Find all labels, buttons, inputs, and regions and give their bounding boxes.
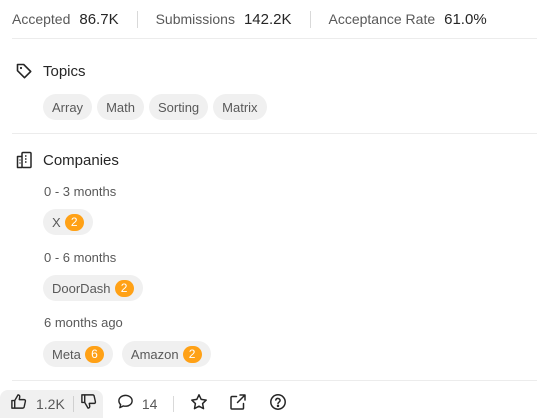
share-button[interactable] <box>229 393 247 416</box>
vote-group: 1.2K <box>0 390 103 418</box>
favorite-button[interactable] <box>190 393 208 416</box>
topic-tag-label: Matrix <box>222 99 258 115</box>
action-bar: 1.2K 14 <box>0 390 537 418</box>
stat-separator <box>309 10 311 28</box>
company-count-badge: 6 <box>84 345 104 363</box>
stat-value: 86.7K <box>79 10 119 28</box>
topic-tag[interactable]: Sorting <box>148 94 209 120</box>
company-count-badge: 2 <box>64 213 84 231</box>
company-name: Meta <box>52 346 81 362</box>
comment-count: 14 <box>141 396 158 412</box>
comments-button[interactable]: 14 <box>117 393 158 415</box>
topic-tag[interactable]: Math <box>97 94 144 120</box>
stat-label: Accepted <box>12 11 71 27</box>
company-period: 6 months ago <box>44 315 123 330</box>
help-icon <box>269 393 287 416</box>
like-button[interactable]: 1.2K <box>10 393 65 415</box>
topic-tags: Array Math Sorting Matrix <box>43 94 272 120</box>
divider <box>12 380 537 381</box>
topic-tag-label: Sorting <box>157 99 200 115</box>
bar-separator <box>173 396 175 412</box>
topic-tag[interactable]: Array <box>43 94 93 120</box>
like-count: 1.2K <box>36 396 65 412</box>
thumbs-down-icon <box>80 393 97 415</box>
company-tags: Meta 6 Amazon 2 <box>43 341 216 367</box>
stat-label: Acceptance Rate <box>328 11 436 27</box>
company-count-badge: 2 <box>114 279 134 297</box>
help-button[interactable] <box>269 393 287 416</box>
company-name: DoorDash <box>52 280 111 296</box>
company-tag[interactable]: Meta 6 <box>43 341 113 367</box>
vote-divider <box>72 396 74 412</box>
stat-label: Submissions <box>155 11 235 27</box>
dislike-button[interactable] <box>80 393 97 415</box>
companies-title: Companies <box>43 151 119 169</box>
building-icon <box>15 151 33 169</box>
comment-icon <box>117 393 134 415</box>
topic-tag-label: Array <box>52 99 84 115</box>
company-tag[interactable]: X 2 <box>43 209 93 235</box>
stats-row: Accepted 86.7K Submissions 142.2K Accept… <box>0 0 537 38</box>
companies-header[interactable]: Companies <box>15 151 119 169</box>
company-name: Amazon <box>130 346 179 362</box>
star-icon <box>190 393 208 416</box>
company-name: X <box>52 214 61 230</box>
company-period: 0 - 6 months <box>44 250 117 265</box>
stat-value: 142.2K <box>243 10 292 28</box>
stat-accepted: Accepted 86.7K <box>12 11 119 28</box>
thumbs-up-icon <box>10 393 27 415</box>
divider <box>12 38 537 39</box>
tag-icon <box>15 62 33 80</box>
topic-tag[interactable]: Matrix <box>213 94 267 120</box>
company-tags: DoorDash 2 <box>43 275 148 301</box>
company-count-badge: 2 <box>182 345 202 363</box>
stat-submissions: Submissions 142.2K <box>156 11 292 28</box>
company-tag[interactable]: DoorDash 2 <box>43 275 143 301</box>
stat-separator <box>136 10 138 28</box>
topics-title: Topics <box>43 62 86 80</box>
topics-header[interactable]: Topics <box>15 62 86 80</box>
stat-value: 61.0% <box>444 10 487 28</box>
topic-tag-label: Math <box>106 99 135 115</box>
stat-acceptance-rate: Acceptance Rate 61.0% <box>329 11 487 28</box>
company-tag[interactable]: Amazon 2 <box>121 341 211 367</box>
company-tags: X 2 <box>43 209 98 235</box>
company-period: 0 - 3 months <box>44 184 117 199</box>
share-icon <box>229 393 247 416</box>
divider <box>12 133 537 134</box>
